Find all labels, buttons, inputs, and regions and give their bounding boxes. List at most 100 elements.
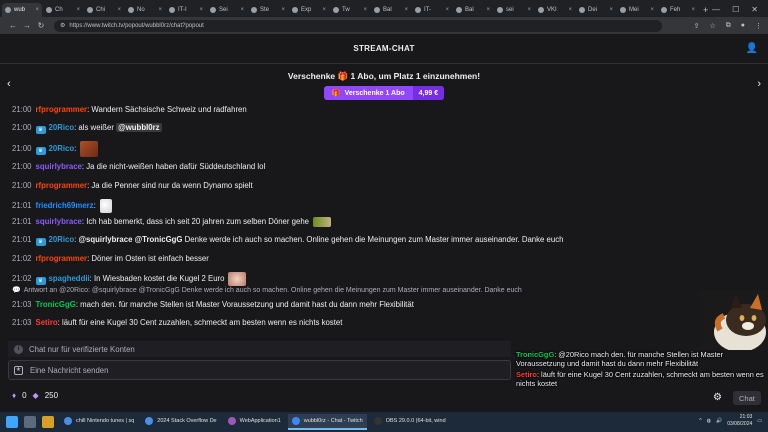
subscriber-badge-icon[interactable]: ♛ bbox=[35, 147, 46, 156]
message-mention[interactable]: @wubbl0rz bbox=[116, 123, 162, 132]
message-username[interactable]: rfprogrammer bbox=[36, 181, 88, 190]
network-icon[interactable]: ◍ bbox=[707, 418, 711, 424]
emote-picker-icon[interactable]: ★ bbox=[14, 365, 23, 375]
reload-icon[interactable]: ↻ bbox=[34, 21, 48, 30]
browser-tab[interactable]: Bal × bbox=[453, 3, 493, 17]
message-username[interactable]: friedrich69merz bbox=[36, 201, 94, 210]
profile-icon[interactable]: ● bbox=[741, 22, 745, 30]
new-tab-button[interactable]: + bbox=[703, 3, 708, 17]
tray-arrow-icon[interactable]: ^ bbox=[699, 418, 701, 424]
rock-emote-icon[interactable] bbox=[80, 141, 99, 157]
tab-close-icon[interactable]: × bbox=[691, 7, 695, 13]
taskbar-app[interactable]: chill Nintendo tunes | sq bbox=[60, 414, 138, 430]
tab-close-icon[interactable]: × bbox=[158, 7, 162, 13]
tab-close-icon[interactable]: × bbox=[35, 7, 39, 13]
face-emote-icon[interactable] bbox=[228, 272, 247, 286]
taskbar-app[interactable]: wubbl0rz - Chat - Twitch bbox=[287, 414, 367, 430]
browser-tab[interactable]: Feh × bbox=[658, 3, 698, 17]
browser-tab[interactable]: sei × bbox=[494, 3, 534, 17]
browser-tab[interactable]: No × bbox=[125, 3, 165, 17]
tab-label: sei bbox=[506, 7, 514, 13]
tab-close-icon[interactable]: × bbox=[527, 7, 531, 13]
tab-close-icon[interactable]: × bbox=[199, 7, 203, 13]
message-username[interactable]: 20Rico bbox=[49, 123, 75, 132]
chat-input[interactable]: ★ Eine Nachricht senden bbox=[8, 360, 511, 380]
site-info-icon[interactable]: ⚙ bbox=[60, 22, 65, 29]
share-icon[interactable]: ⇪ bbox=[694, 22, 700, 30]
extensions-icon[interactable]: ⧉ bbox=[726, 22, 731, 30]
taskbar-app[interactable]: 2024 Stack Overflow De bbox=[141, 414, 220, 430]
subscriber-badge-icon[interactable]: ♛ bbox=[35, 277, 46, 286]
message-username[interactable]: 20Rico bbox=[49, 235, 75, 244]
bits-icon[interactable]: ◆ bbox=[33, 391, 39, 400]
forward-icon[interactable]: → bbox=[20, 21, 34, 30]
tab-close-icon[interactable]: × bbox=[76, 7, 80, 13]
message-username[interactable]: rfprogrammer bbox=[36, 105, 88, 114]
tab-close-icon[interactable]: × bbox=[240, 7, 244, 13]
bookmark-icon[interactable]: ☆ bbox=[709, 22, 715, 30]
tab-close-icon[interactable]: × bbox=[322, 7, 326, 13]
browser-tab[interactable]: wub × bbox=[2, 3, 42, 17]
message-username[interactable]: Setiro bbox=[36, 318, 58, 327]
tab-close-icon[interactable]: × bbox=[363, 7, 367, 13]
maximize-icon[interactable]: ☐ bbox=[732, 5, 739, 14]
volume-icon[interactable]: 🔊 bbox=[716, 418, 722, 424]
tab-close-icon[interactable]: × bbox=[486, 7, 490, 13]
ghost-emote-icon[interactable] bbox=[99, 199, 112, 213]
browser-tab[interactable]: Ch × bbox=[43, 3, 83, 17]
reply-preview[interactable]: 💬 Antwort an @20Rico: @squirlybrace @Tron… bbox=[12, 286, 522, 294]
browser-tab[interactable]: IT-I × bbox=[166, 3, 206, 17]
tab-close-icon[interactable]: × bbox=[650, 7, 654, 13]
tab-close-icon[interactable]: × bbox=[609, 7, 613, 13]
message-username[interactable]: squirlybrace bbox=[36, 217, 82, 226]
browser-tab[interactable]: Dei × bbox=[576, 3, 616, 17]
message-username[interactable]: rfprogrammer bbox=[36, 254, 88, 263]
browser-tab[interactable]: VKI × bbox=[535, 3, 575, 17]
tab-label: wub bbox=[14, 7, 26, 13]
taskbar-app[interactable]: WebApplication1 bbox=[224, 414, 285, 430]
message-timestamp: 21:00 bbox=[12, 181, 32, 190]
url-field[interactable]: ⚙ https://www.twitch.tv/popout/wubbl0rz/… bbox=[54, 19, 662, 32]
tab-close-icon[interactable]: × bbox=[117, 7, 121, 13]
close-icon[interactable]: ✕ bbox=[751, 5, 758, 14]
search-icon[interactable] bbox=[24, 416, 36, 428]
browser-tab[interactable]: Tw × bbox=[330, 3, 370, 17]
chevron-left-icon[interactable]: ‹ bbox=[7, 78, 11, 90]
notification-icon[interactable]: ▭ bbox=[757, 418, 762, 424]
chat-send-button[interactable]: Chat bbox=[733, 391, 761, 405]
verification-notice: i Chat nur für verifizierte Konten bbox=[8, 341, 511, 357]
browser-tab[interactable]: Mei × bbox=[617, 3, 657, 17]
subscriber-badge-icon[interactable]: ♛ bbox=[35, 238, 46, 246]
minimize-icon[interactable]: — bbox=[712, 5, 720, 14]
clock[interactable]: 21:03 03/08/2024 bbox=[727, 414, 752, 428]
browser-tab[interactable]: Exp × bbox=[289, 3, 329, 17]
message-username[interactable]: 20Rico bbox=[49, 144, 75, 153]
gift-sub-button[interactable]: 🎁 Verschenke 1 Abo 4,99 € bbox=[323, 86, 445, 100]
bits-count: 250 bbox=[44, 391, 59, 400]
message-username[interactable]: TronicGgG bbox=[36, 300, 76, 309]
message-username[interactable]: spagheddii bbox=[49, 274, 90, 283]
menu-icon[interactable]: ⋮ bbox=[755, 22, 762, 30]
browser-tab[interactable]: Bal × bbox=[371, 3, 411, 17]
message-mention[interactable]: @squirlybrace @TronicGgG bbox=[78, 235, 182, 244]
doner-emote-icon[interactable] bbox=[313, 217, 331, 227]
taskbar-app[interactable]: OBS 29.0.0 (64-bit, wind bbox=[370, 414, 450, 430]
browser-tab[interactable]: Ste × bbox=[248, 3, 288, 17]
chat-settings-icon[interactable]: ⚙ bbox=[713, 392, 722, 403]
subscriber-badge-icon[interactable]: ♛ bbox=[35, 126, 46, 134]
tab-close-icon[interactable]: × bbox=[281, 7, 285, 13]
chevron-right-icon[interactable]: › bbox=[757, 78, 761, 90]
message-username[interactable]: squirlybrace bbox=[36, 162, 82, 171]
browser-tab[interactable]: Sei × bbox=[207, 3, 247, 17]
file-explorer-icon[interactable] bbox=[42, 416, 54, 428]
browser-tab[interactable]: IT- × bbox=[412, 3, 452, 17]
community-icon[interactable]: 👤 bbox=[746, 43, 758, 54]
tab-close-icon[interactable]: × bbox=[568, 7, 572, 13]
channel-points-icon[interactable]: ♦ bbox=[12, 391, 16, 400]
start-icon[interactable] bbox=[6, 416, 18, 428]
message-text: : mach den. für manche Stellen ist Maste… bbox=[75, 300, 414, 309]
browser-tab[interactable]: Chi × bbox=[84, 3, 124, 17]
tab-close-icon[interactable]: × bbox=[445, 7, 449, 13]
tab-close-icon[interactable]: × bbox=[404, 7, 408, 13]
back-icon[interactable]: ← bbox=[6, 21, 20, 30]
